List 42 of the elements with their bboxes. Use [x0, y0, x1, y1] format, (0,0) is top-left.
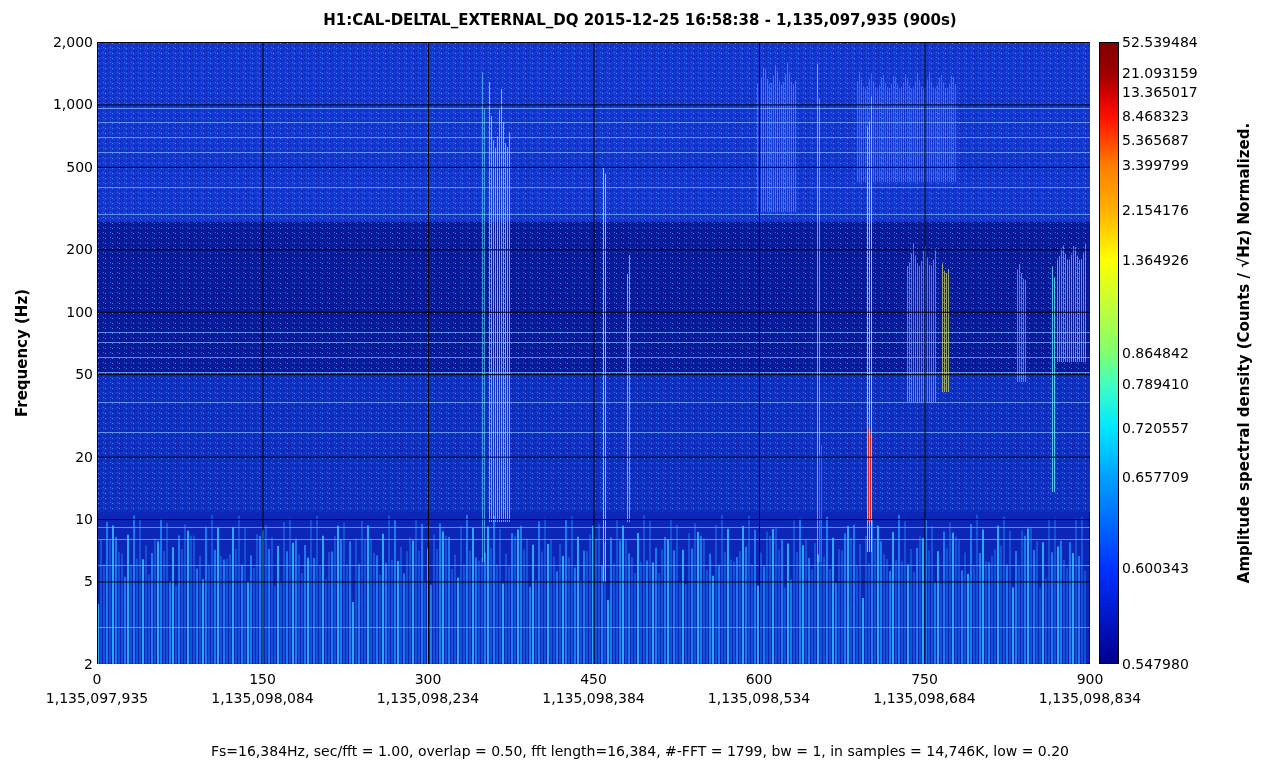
colorbar-tick-label: 0.720557 [1122, 419, 1189, 436]
x-tick-time: 1,135,098,084 [211, 689, 314, 708]
x-tick-time: 1,135,098,534 [707, 689, 811, 708]
y-tick-label: 500 [66, 158, 93, 175]
colorbar-tick-label: 1.364926 [1122, 251, 1189, 268]
colorbar-tick-label: 2.154176 [1122, 201, 1189, 218]
y-tick-label: 2 [84, 656, 93, 672]
x-tick-time: 1,135,098,684 [873, 689, 976, 708]
y-tick-label: 50 [75, 366, 93, 383]
x-tick-label: 750 [911, 670, 938, 689]
colorbar-label: Amplitude spectral density (Counts / √Hz) Normalized. [1235, 122, 1253, 584]
x-tick-label: 900 [1076, 670, 1104, 689]
y-tick-label: 10 [75, 511, 93, 528]
x-tick-time: 1,135,098,234 [376, 689, 480, 708]
colorbar-tick-label: 0.864842 [1122, 345, 1189, 361]
colorbar-tick-label: 0.789410 [1122, 376, 1189, 393]
y-tick-label: 200 [66, 241, 93, 258]
y-tick-label: 5 [84, 573, 93, 590]
x-tick-label: 300 [414, 670, 442, 689]
x-tick-label: 150 [249, 670, 276, 689]
chart-title: H1:CAL-DELTAL_EXTERNAL_DQ 2015-12-25 16:58:38 - 1,135,097,935 (900s) [322, 10, 958, 31]
fft-parameters: Fs=16,384Hz, sec/fft = 1.00, overlap = 0.50, fft length=16,384, #-FFT = 1799, bw = 1, in samples = 14,746K, low = 0.20 [209, 743, 1070, 759]
x-tick-time: 1,135,097,935 [45, 689, 149, 708]
x-tick-time: 1,135,098,834 [1038, 689, 1142, 708]
x-tick-label: 450 [580, 670, 607, 689]
colorbar-tick-label: 0.600343 [1122, 560, 1189, 577]
x-tick-label: 600 [745, 670, 773, 689]
colorbar-tick-label: 8.468323 [1122, 108, 1189, 124]
colorbar-tick-label: 0.547980 [1122, 656, 1189, 672]
colorbar-tick-label: 52.539484 [1122, 34, 1198, 50]
y-tick-label: 100 [66, 303, 93, 320]
colorbar-tick-label: 13.365017 [1122, 83, 1198, 100]
y-tick-label: 1,000 [52, 96, 93, 113]
x-tick-time: 1,135,098,384 [542, 689, 645, 708]
x-tick-label: 0 [92, 670, 102, 689]
y-axis-label: Frequency (Hz) [13, 289, 31, 417]
y-tick-label: 20 [75, 448, 93, 465]
y-tick-label: 2,000 [52, 34, 93, 50]
colorbar-tick-label: 0.657709 [1122, 469, 1189, 486]
colorbar-tick-label: 5.365687 [1122, 132, 1189, 149]
colorbar-tick-label: 21.093159 [1122, 65, 1198, 82]
colorbar-tick-label: 3.399799 [1122, 157, 1189, 174]
